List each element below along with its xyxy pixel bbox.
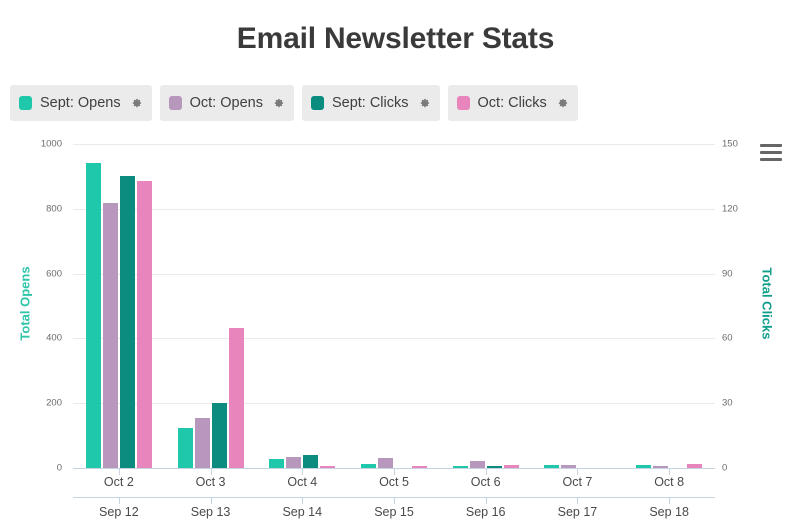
bar-group: [623, 142, 715, 468]
x-axis-secondary-label: Sep 13: [190, 505, 231, 519]
bar-group: [440, 142, 532, 468]
bar[interactable]: [469, 460, 485, 468]
bar[interactable]: [177, 427, 193, 468]
bar[interactable]: [303, 455, 319, 468]
bar[interactable]: [269, 458, 285, 468]
bar-group: [532, 142, 624, 468]
legend-item-label: Oct: Clicks: [477, 95, 547, 111]
page-title: Email Newsletter Stats: [236, 22, 555, 55]
legend-item-label: Oct: Opens: [189, 95, 263, 111]
bar[interactable]: [102, 202, 118, 468]
x-axis-tick: [210, 498, 212, 504]
x-axis-secondary-label: Sep 15: [374, 505, 414, 519]
gear-icon-glyph: [132, 98, 141, 107]
x-axis-secondary-label: Sep 14: [282, 505, 323, 519]
legend-color-swatch: [19, 96, 32, 110]
legend-item-oct-clicks[interactable]: Oct: Clicks: [447, 85, 578, 121]
legend-color-swatch: [310, 96, 324, 110]
bar[interactable]: [377, 458, 393, 468]
x-axis-secondary-label: Sep 17: [557, 505, 598, 519]
legend-item-label: Sept: Opens: [40, 95, 121, 111]
x-axis-primary-label: Oct 2: [103, 475, 134, 489]
plot-area: Total Opens Total Clicks 0 0 200 30 400 60 600…: [0, 133, 791, 532]
x-axis-tick: [302, 498, 304, 504]
bar[interactable]: [136, 180, 152, 468]
bar[interactable]: [194, 417, 210, 468]
bar[interactable]: [119, 176, 135, 468]
legend-item-oct-opens[interactable]: Oct: Opens: [159, 85, 294, 121]
gear-icon-glyph: [558, 98, 567, 107]
legend-item-label: Sept: Clicks: [331, 95, 409, 111]
chart-page: Email Newsletter Stats Sept: Opens Oct: O…: [0, 0, 791, 532]
x-axis-primary-label: Oct 3: [195, 475, 226, 489]
gear-icon[interactable]: [556, 97, 569, 110]
x-axis-primary-label: Oct 6: [470, 475, 501, 489]
x-axis-tick: [485, 498, 487, 504]
x-axis-tick: [669, 498, 671, 504]
x-axis-tick: [118, 498, 120, 504]
bar[interactable]: [85, 163, 101, 468]
bar-group: [165, 142, 257, 468]
bar-group: [256, 142, 348, 468]
gear-icon-glyph: [420, 98, 429, 107]
legend-item-sept-clicks[interactable]: Sept: Clicks: [301, 85, 440, 121]
bar-group: [348, 142, 440, 468]
x-axis-tick: [394, 498, 395, 504]
gear-icon[interactable]: [130, 97, 143, 110]
legend-item-sept-opens[interactable]: Sept: Opens: [10, 85, 152, 121]
x-axis-primary-label: Oct 8: [654, 475, 685, 489]
bar-group: [73, 142, 165, 468]
gear-icon[interactable]: [418, 97, 431, 110]
gear-icon-glyph: [274, 98, 284, 107]
chart-legend: Sept: Opens Oct: Opens Sept: Clicks Oct: Cl…: [10, 85, 578, 121]
bar[interactable]: [228, 327, 244, 468]
x-axis-primary-label: Oct 4: [287, 475, 318, 489]
x-axis-primary-label: Oct 7: [562, 475, 593, 489]
legend-color-swatch: [168, 96, 182, 110]
x-axis-tick: [577, 498, 579, 504]
legend-color-swatch: [456, 96, 470, 110]
x-axis-secondary-label: Sep 18: [649, 505, 689, 519]
bar[interactable]: [211, 403, 227, 468]
gear-icon[interactable]: [272, 97, 285, 110]
x-axis-secondary-label: Sep 16: [465, 505, 506, 519]
x-axis-secondary-label: Sep 12: [99, 505, 139, 519]
x-axis-primary-label: Oct 5: [379, 475, 409, 489]
bar[interactable]: [286, 457, 302, 468]
